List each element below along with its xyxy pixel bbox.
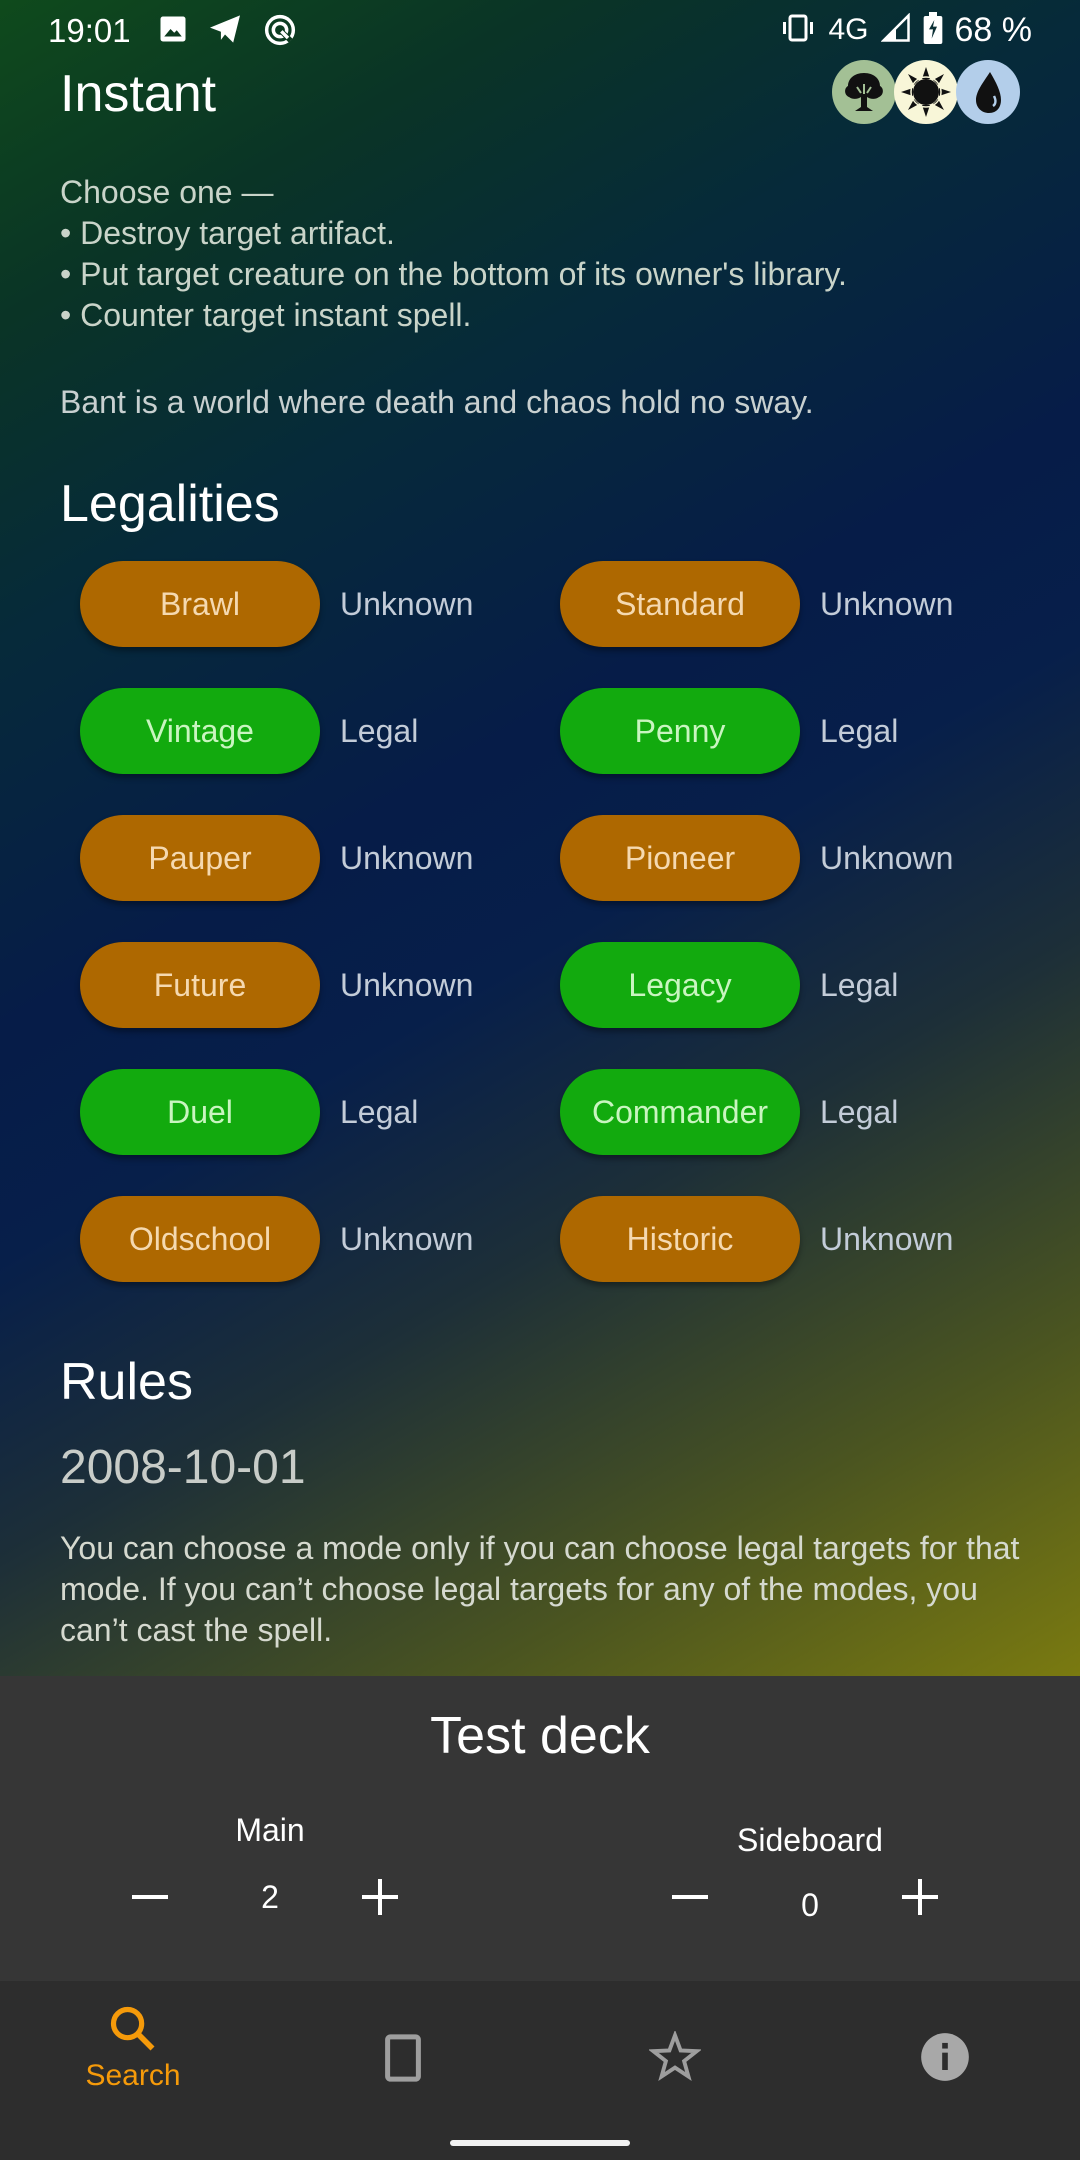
legality-item: Penny Legal [560,687,898,775]
legality-status: Unknown [340,839,474,876]
sideboard-increment-button[interactable] [890,1867,950,1927]
legality-status: Unknown [820,585,954,622]
legality-item: Vintage Legal [80,687,418,775]
legalities-title: Legalities [60,475,280,533]
sideboard-counter: Sideboard 0 [660,1822,960,1927]
legality-item: Pauper Unknown [80,814,473,902]
legality-item: Future Unknown [80,941,473,1029]
info-icon [921,2033,969,2081]
nav-search-label: Search [85,2059,181,2092]
legality-item: Historic Unknown [560,1195,953,1283]
sideboard-label: Sideboard [737,1822,883,1858]
star-icon [649,2031,701,2082]
legality-status: Unknown [820,839,954,876]
format-badge[interactable]: Pioneer [560,815,800,901]
oracle-text: Choose one — • Destroy target artifact. … [60,172,1040,336]
rule-text: You can choose a mode only if you can ch… [60,1530,1020,1648]
legality-item: Duel Legal [80,1068,418,1156]
status-time: 19:01 [48,12,131,49]
home-indicator[interactable] [450,2140,630,2146]
bottom-navigation: Search [0,1981,1080,2160]
format-badge[interactable]: Legacy [560,942,800,1028]
format-badge[interactable]: Brawl [80,561,320,647]
nav-favorites[interactable] [575,2031,775,2141]
green-mana-icon [832,60,896,124]
main-counter: Main 2 [120,1812,420,1927]
sideboard-count: 0 [801,1887,819,1923]
oracle-line: • Put target creature on the bottom of i… [60,256,847,292]
signal-icon [879,11,911,48]
format-badge[interactable]: Commander [560,1069,800,1155]
oracle-line: • Counter target instant spell. [60,297,472,333]
sideboard-decrement-button[interactable] [660,1867,720,1927]
minus-icon [132,1895,168,1899]
main-count: 2 [261,1879,279,1915]
legality-status: Legal [820,1093,899,1130]
status-bar: 19:01 4G 68 % [0,0,1080,60]
blue-mana-icon [956,60,1020,124]
format-badge[interactable]: Vintage [80,688,320,774]
vibrate-icon [780,14,816,47]
format-badge[interactable]: Oldschool [80,1196,320,1282]
main-decrement-button[interactable] [120,1867,180,1927]
minus-icon [672,1895,708,1899]
format-badge[interactable]: Historic [560,1196,800,1282]
white-mana-icon [894,60,958,124]
format-badge[interactable]: Standard [560,561,800,647]
sync-icon [264,14,296,51]
legality-status: Legal [340,712,419,749]
oracle-line: Choose one — [60,174,274,210]
legality-status: Unknown [820,1220,954,1257]
legality-status: Legal [820,712,899,749]
legality-item: Brawl Unknown [80,560,473,648]
format-badge[interactable]: Future [80,942,320,1028]
plus-icon [902,1879,938,1915]
network-type: 4G [828,13,869,46]
main-increment-button[interactable] [350,1867,410,1927]
battery-charging-icon [923,11,943,49]
main-label: Main [235,1812,305,1848]
nav-info[interactable] [845,2031,1045,2141]
legality-item: Oldschool Unknown [80,1195,473,1283]
image-icon [158,14,188,49]
status-right: 4G 68 % [780,10,1032,50]
telegram-icon [208,14,242,49]
nav-search[interactable]: Search [33,2003,233,2113]
legality-status: Legal [820,966,899,1003]
legality-status: Legal [340,1093,419,1130]
nav-cards[interactable] [303,2033,503,2143]
rules-title: Rules [60,1353,193,1411]
deck-title: Test deck [430,1707,650,1765]
legality-status: Unknown [340,585,474,622]
format-badge[interactable]: Duel [80,1069,320,1155]
legality-status: Unknown [340,1220,474,1257]
card-type-line: Instant [60,65,217,123]
format-badge[interactable]: Pauper [80,815,320,901]
legality-item: Commander Legal [560,1068,898,1156]
legality-item: Legacy Legal [560,941,898,1029]
rule-date: 2008-10-01 [60,1441,306,1494]
oracle-line: • Destroy target artifact. [60,215,395,251]
legality-status: Unknown [340,966,474,1003]
search-icon [110,2006,155,2051]
format-badge[interactable]: Penny [560,688,800,774]
mana-cost [832,60,1020,124]
card-icon [385,2034,421,2082]
legality-item: Pioneer Unknown [560,814,953,902]
flavor-text: Bant is a world where death and chaos ho… [60,384,814,420]
legality-item: Standard Unknown [560,560,953,648]
plus-icon [362,1879,398,1915]
battery-percent: 68 % [954,10,1033,49]
deck-panel: Test deck Main 2 Sideboard 0 [0,1676,1080,1981]
